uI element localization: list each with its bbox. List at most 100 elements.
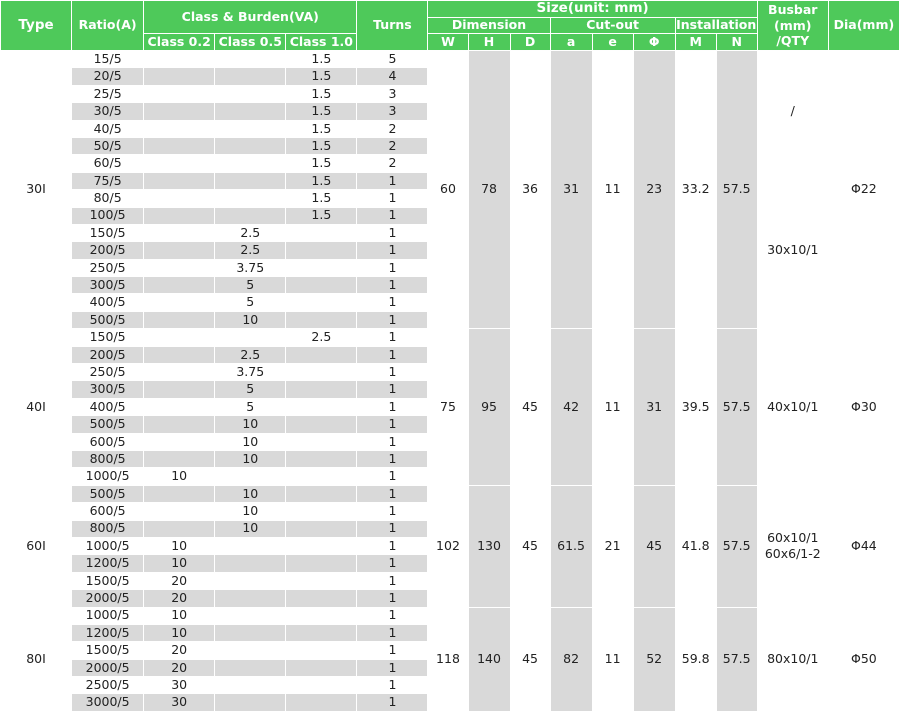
ratio-cell: 500/5 xyxy=(71,415,145,434)
ratio-cell: 100/5 xyxy=(71,206,145,225)
cutout-e-value: 11 xyxy=(591,49,634,330)
class-1-0-cell: 2.5 xyxy=(285,328,358,347)
class-0-2-cell: 20 xyxy=(143,658,216,678)
height-value: 78 xyxy=(467,49,511,330)
class-0-5-cell xyxy=(214,693,287,712)
turns-cell: 1 xyxy=(356,258,429,278)
class-0-5-cell xyxy=(214,154,287,173)
turns-cell: 1 xyxy=(356,206,429,225)
height-value: 95 xyxy=(467,328,511,486)
header-m: M xyxy=(674,33,717,51)
table-row: 80I 1000/5 10 1 118 140 45 82 11 52 59.8 57.5 80x10/… xyxy=(0,606,900,712)
width-value: 102 xyxy=(427,484,469,608)
install-m-value: 33.2 xyxy=(674,49,717,330)
width-value: 60 xyxy=(427,49,469,330)
turns-cell: 4 xyxy=(356,67,429,86)
class-0-2-cell: 10 xyxy=(143,467,216,486)
class-1-0-cell: 1.5 xyxy=(285,206,358,225)
cutout-phi-value: 23 xyxy=(632,49,676,330)
install-n-value: 57.5 xyxy=(715,484,758,608)
ratio-cell: 500/5 xyxy=(71,484,145,504)
class-0-5-cell xyxy=(214,658,287,678)
cutout-a-value: 82 xyxy=(549,606,593,712)
ratio-cell: 1000/5 xyxy=(71,606,145,625)
class-1-0-cell xyxy=(285,293,358,312)
ratio-cell: 60/5 xyxy=(71,154,145,173)
install-m-value: 59.8 xyxy=(674,606,717,712)
class-0-5-cell xyxy=(214,328,287,347)
header-w: W xyxy=(427,33,469,51)
class-0-2-cell xyxy=(143,449,216,469)
class-1-0-cell xyxy=(285,223,358,243)
class-1-0-cell xyxy=(285,554,358,573)
class-0-2-cell xyxy=(143,241,216,260)
ratio-cell: 500/5 xyxy=(71,310,145,330)
class-0-5-cell: 5 xyxy=(214,276,287,295)
turns-cell: 1 xyxy=(356,519,429,538)
turns-cell: 1 xyxy=(356,241,429,260)
class-1-0-cell: 1.5 xyxy=(285,49,358,69)
class-1-0-cell xyxy=(285,502,358,521)
header-class-burden: Class & Burden(VA) xyxy=(143,0,358,34)
class-1-0-cell: 1.5 xyxy=(285,189,358,208)
width-value: 75 xyxy=(427,328,469,486)
turns-cell: 1 xyxy=(356,589,429,608)
class-0-2-cell xyxy=(143,276,216,295)
ratio-cell: 1000/5 xyxy=(71,467,145,486)
class-1-0-cell xyxy=(285,658,358,678)
header-size: Size(unit: mm) xyxy=(427,0,758,18)
header-type: Type xyxy=(0,0,73,51)
table-row: 40I 150/5 2.5 1 75 95 45 42 11 31 39.5 57.5 40x10/1 Φ… xyxy=(0,328,900,486)
install-m-value: 39.5 xyxy=(674,328,717,486)
class-0-5-cell xyxy=(214,554,287,573)
ratio-cell: 20/5 xyxy=(71,67,145,86)
turns-cell: 3 xyxy=(356,84,429,104)
cutout-a-value: 42 xyxy=(549,328,593,486)
class-1-0-cell xyxy=(285,432,358,451)
ratio-cell: 3000/5 xyxy=(71,693,145,712)
header-phi: Φ xyxy=(632,33,676,51)
ratio-cell: 2500/5 xyxy=(71,676,145,695)
header-a: a xyxy=(549,33,593,51)
class-1-0-cell xyxy=(285,258,358,278)
dia-cell: Φ44 xyxy=(827,484,900,608)
type-cell: 30I xyxy=(0,49,73,330)
turns-cell: 1 xyxy=(356,293,429,312)
class-0-5-cell: 10 xyxy=(214,449,287,469)
class-0-5-cell xyxy=(214,84,287,104)
cutout-a-value: 61.5 xyxy=(549,484,593,608)
depth-value: 45 xyxy=(509,328,551,486)
turns-cell: 1 xyxy=(356,363,429,382)
header-dimension: Dimension xyxy=(427,17,551,34)
class-0-2-cell xyxy=(143,328,216,347)
class-1-0-cell xyxy=(285,345,358,365)
turns-cell: 1 xyxy=(356,310,429,330)
turns-cell: 1 xyxy=(356,484,429,504)
turns-cell: 1 xyxy=(356,658,429,678)
class-0-5-cell xyxy=(214,171,287,191)
ratio-cell: 30/5 xyxy=(71,102,145,121)
turns-cell: 2 xyxy=(356,119,429,138)
class-0-5-cell: 5 xyxy=(214,397,287,417)
class-0-2-cell xyxy=(143,519,216,538)
class-0-5-cell: 10 xyxy=(214,519,287,538)
class-0-2-cell: 10 xyxy=(143,554,216,573)
turns-cell: 1 xyxy=(356,189,429,208)
class-0-2-cell xyxy=(143,484,216,504)
busbar-cell: 60x10/1 60x6/1-2 xyxy=(756,484,829,608)
header-ratio: Ratio(A) xyxy=(71,0,145,51)
class-0-5-cell xyxy=(214,67,287,86)
ratio-cell: 250/5 xyxy=(71,363,145,382)
turns-cell: 2 xyxy=(356,154,429,173)
ratio-cell: 400/5 xyxy=(71,293,145,312)
spec-table: Type Ratio(A) Class & Burden(VA) Turns S… xyxy=(0,0,900,712)
ratio-cell: 600/5 xyxy=(71,502,145,521)
class-1-0-cell xyxy=(285,397,358,417)
ratio-cell: 600/5 xyxy=(71,432,145,451)
class-0-5-cell xyxy=(214,206,287,225)
ratio-cell: 15/5 xyxy=(71,49,145,69)
turns-cell: 1 xyxy=(356,554,429,573)
class-1-0-cell: 1.5 xyxy=(285,171,358,191)
class-1-0-cell xyxy=(285,536,358,556)
ratio-cell: 1500/5 xyxy=(71,571,145,591)
